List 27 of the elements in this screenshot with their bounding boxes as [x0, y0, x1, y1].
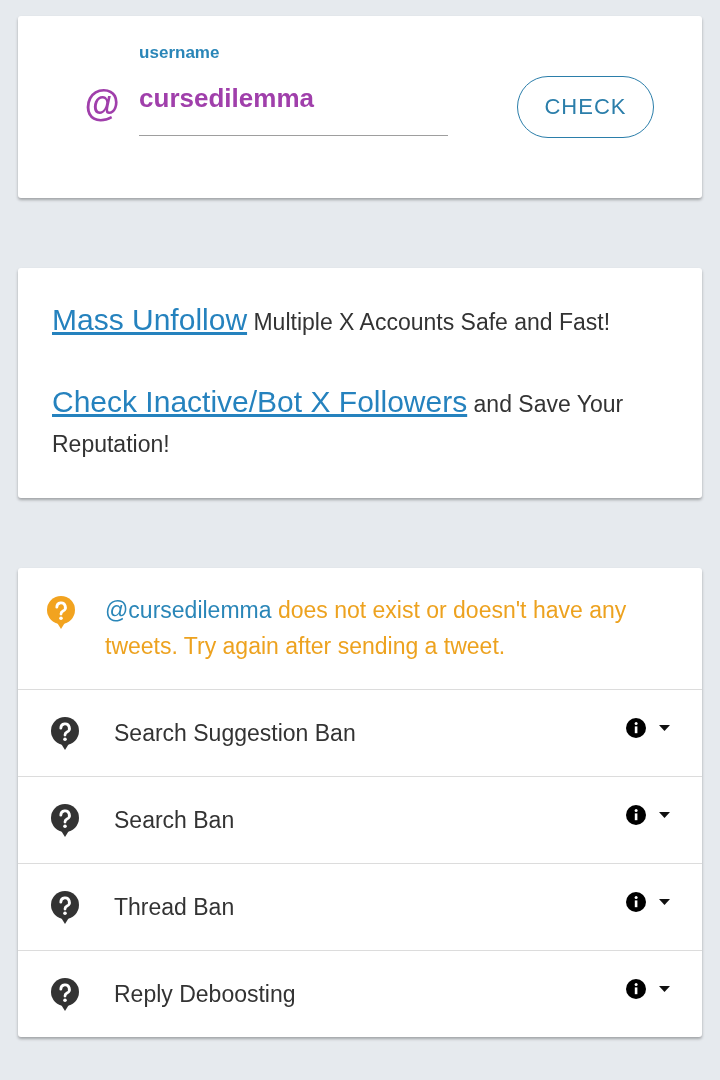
at-sign: @ [84, 84, 120, 124]
question-bubble-icon [50, 803, 80, 837]
caret-icon[interactable] [659, 986, 670, 992]
question-bubble-icon [50, 977, 80, 1011]
check-button[interactable]: CHECK [517, 76, 654, 138]
username-field[interactable]: cursedilemma [139, 63, 449, 136]
check-name: Reply Deboosting [114, 980, 297, 1008]
alert-message: @cursedilemma does not exist or doesn't have any tweets. Try again after sending a tweet. [105, 596, 628, 661]
promo-link[interactable]: Check Inactive/Bot X Followers [52, 385, 468, 418]
question-bubble-icon [50, 716, 80, 750]
caret-icon[interactable] [659, 725, 670, 731]
handle-link[interactable]: @cursedilemma [105, 597, 272, 623]
check-name: Search Ban [114, 806, 236, 834]
promo-text: Check Inactive/Bot X Followers and Save Your Reputation! [52, 384, 625, 459]
check-name: Search Suggestion Ban [114, 719, 357, 747]
question-bubble-icon [46, 596, 76, 629]
check-name: Thread Ban [114, 893, 236, 921]
info-icon[interactable] [626, 979, 646, 999]
promo-text: Mass Unfollow Multiple X Accounts Safe and Fast! [52, 302, 612, 338]
info-icon[interactable] [626, 805, 646, 825]
caret-icon[interactable] [659, 812, 670, 818]
info-icon[interactable] [626, 718, 646, 738]
field-label: username [139, 43, 220, 63]
promo-link[interactable]: Mass Unfollow [52, 303, 248, 336]
info-icon[interactable] [626, 892, 646, 912]
question-bubble-icon [50, 890, 80, 924]
caret-icon[interactable] [659, 899, 670, 905]
